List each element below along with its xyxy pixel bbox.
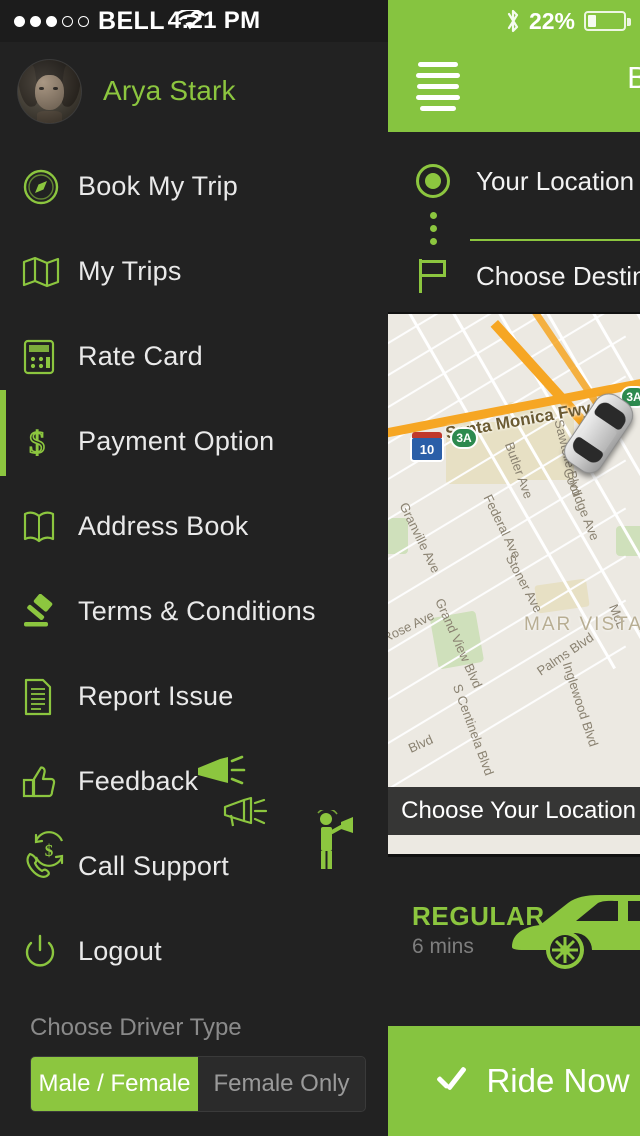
highway-shield-i10: 10 (410, 432, 444, 462)
sidebar-item-terms-and-conditions[interactable]: Terms & Conditions (0, 569, 388, 654)
driver-type-option-female-only[interactable]: Female Only (198, 1057, 365, 1111)
sidebar-item-label: Report Issue (78, 681, 234, 711)
svg-text:$: $ (45, 841, 54, 860)
main-panel: Book My Trip Your Location Choose Destin… (388, 0, 640, 1136)
sidebar-item-logout[interactable]: Logout (0, 909, 388, 994)
app-screen: BELL 4:21 PM 22% Arya Stark Book My Trip… (0, 0, 640, 1136)
driver-type-toggle[interactable]: Male / Female Female Only (30, 1056, 366, 1112)
car-side-icon (512, 895, 640, 969)
sidebar-item-label: My Trips (78, 256, 182, 286)
origin-label: Your Location (476, 165, 635, 196)
sidebar-item-report-issue[interactable]: Report Issue (0, 654, 388, 739)
ride-now-label: Ride Now (486, 1062, 630, 1099)
check-icon (434, 1064, 468, 1098)
destination-label: Choose Destination (476, 260, 640, 291)
driver-type-label: Choose Driver Type (30, 1014, 242, 1041)
map-overlay-bar[interactable]: Choose Your Location (388, 787, 640, 835)
page-title: Book My Trip (627, 60, 640, 95)
drawer-scrollbar[interactable] (0, 390, 6, 476)
location-divider (470, 239, 640, 241)
sidebar-item-label: Rate Card (78, 341, 203, 371)
calculator-icon (22, 339, 78, 375)
sidebar-item-label: Address Book (78, 511, 249, 541)
bluetooth-icon (507, 9, 519, 33)
document-icon (22, 678, 78, 716)
sidebar-item-label: Logout (78, 936, 162, 966)
dollar-sign-icon: $ (22, 422, 78, 462)
map-overlay-label: Choose Your Location (401, 797, 636, 824)
highway-shield-3a-west: 3A (450, 427, 478, 449)
driver-type-section: Choose Driver Type Male / Female Female … (0, 1014, 388, 1136)
map-view[interactable]: Santa Monica Fwy 10 3A 3A Sawtelle Blvd … (388, 312, 640, 857)
status-bar: BELL 4:21 PM 22% (0, 0, 640, 42)
power-icon (22, 934, 78, 970)
compass-icon (22, 168, 78, 206)
ride-type-section[interactable]: REGULAR 6 mins (388, 857, 640, 1012)
driver-type-option-male-female[interactable]: Male / Female (31, 1057, 198, 1111)
battery-percent-label: 22% (528, 7, 575, 34)
carrier-label: BELL (98, 6, 165, 35)
flag-icon (416, 259, 450, 293)
navigation-drawer: Arya Stark Book My Trip My Trips Rate Ca… (0, 42, 388, 1136)
person-with-megaphone-icon (313, 808, 357, 875)
wifi-icon (175, 10, 205, 30)
sidebar-item-label: Terms & Conditions (78, 596, 316, 626)
thumbs-up-icon (22, 765, 78, 799)
vertical-dots-icon (416, 212, 450, 245)
status-bar-right: 22% (388, 0, 640, 42)
sidebar-item-label: Book My Trip (78, 171, 238, 201)
sidebar-item-label: Feedback (78, 766, 199, 796)
destination-row[interactable]: Choose Destination (416, 249, 640, 303)
map-label-neighborhood: MAR VISTA (524, 614, 640, 635)
hamburger-menu-icon[interactable] (416, 62, 460, 117)
refund-dollar-icon: $ (28, 829, 70, 874)
sidebar-item-label: Call Support (78, 851, 229, 881)
sidebar-item-my-trips[interactable]: My Trips (0, 229, 388, 314)
profile-header[interactable]: Arya Stark (0, 42, 388, 140)
gavel-icon (22, 593, 78, 630)
user-name: Arya Stark (103, 75, 236, 106)
sidebar-item-payment-option[interactable]: $ Payment Option (0, 399, 388, 484)
sidebar-item-address-book[interactable]: Address Book (0, 484, 388, 569)
ride-now-button[interactable]: Ride Now (388, 1026, 640, 1136)
sidebar-item-book-my-trip[interactable]: Book My Trip (0, 144, 388, 229)
sidebar-item-label: Payment Option (78, 426, 275, 456)
ride-type-eta: 6 mins (412, 935, 474, 958)
status-bar-left: BELL (0, 0, 388, 42)
battery-icon (584, 11, 631, 31)
open-book-icon (22, 509, 78, 545)
map-folded-icon (22, 255, 78, 289)
target-location-icon (416, 164, 450, 198)
megaphone-outline-icon (222, 795, 270, 834)
trip-location-section: Your Location Choose Destination (388, 132, 640, 312)
sidebar-item-rate-card[interactable]: Rate Card (0, 314, 388, 399)
origin-row[interactable]: Your Location (416, 154, 640, 208)
megaphone-filled-icon (196, 754, 248, 793)
avatar (18, 59, 81, 123)
signal-strength-icon (14, 15, 89, 27)
svg-text:$: $ (29, 424, 45, 460)
